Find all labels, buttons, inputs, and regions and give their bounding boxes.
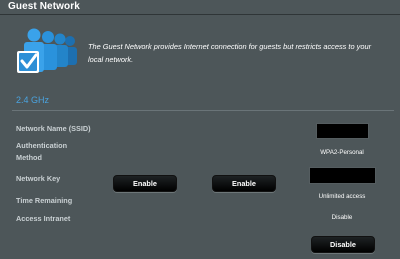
ssid-value-box [316,123,369,139]
guest-network-icon [17,28,77,73]
network-key-label: Network Key [16,174,61,183]
time-remaining-label: Time Remaining [16,196,73,205]
auth-method-value: WPA2-Personal [320,149,364,156]
page-title: Guest Network [8,1,80,12]
time-remaining-value: Unlimited access [318,193,366,200]
auth-method-label-line2: Method [16,153,42,162]
access-intranet-value: Disable [331,214,353,221]
band-title: 2.4 GHz [16,95,50,105]
enable-button-1[interactable]: Enable [113,175,177,192]
guest-network-description: The Guest Network provides Internet conn… [88,42,372,64]
band-divider [12,110,394,111]
disable-button[interactable]: Disable [311,236,375,253]
title-divider [0,14,400,15]
access-intranet-label: Access Intranet [16,214,71,223]
auth-method-label-line1: Authentication [16,141,68,150]
enable-button-2[interactable]: Enable [212,175,276,192]
ssid-label: Network Name (SSID) [16,124,91,133]
network-key-value-box [309,167,376,184]
